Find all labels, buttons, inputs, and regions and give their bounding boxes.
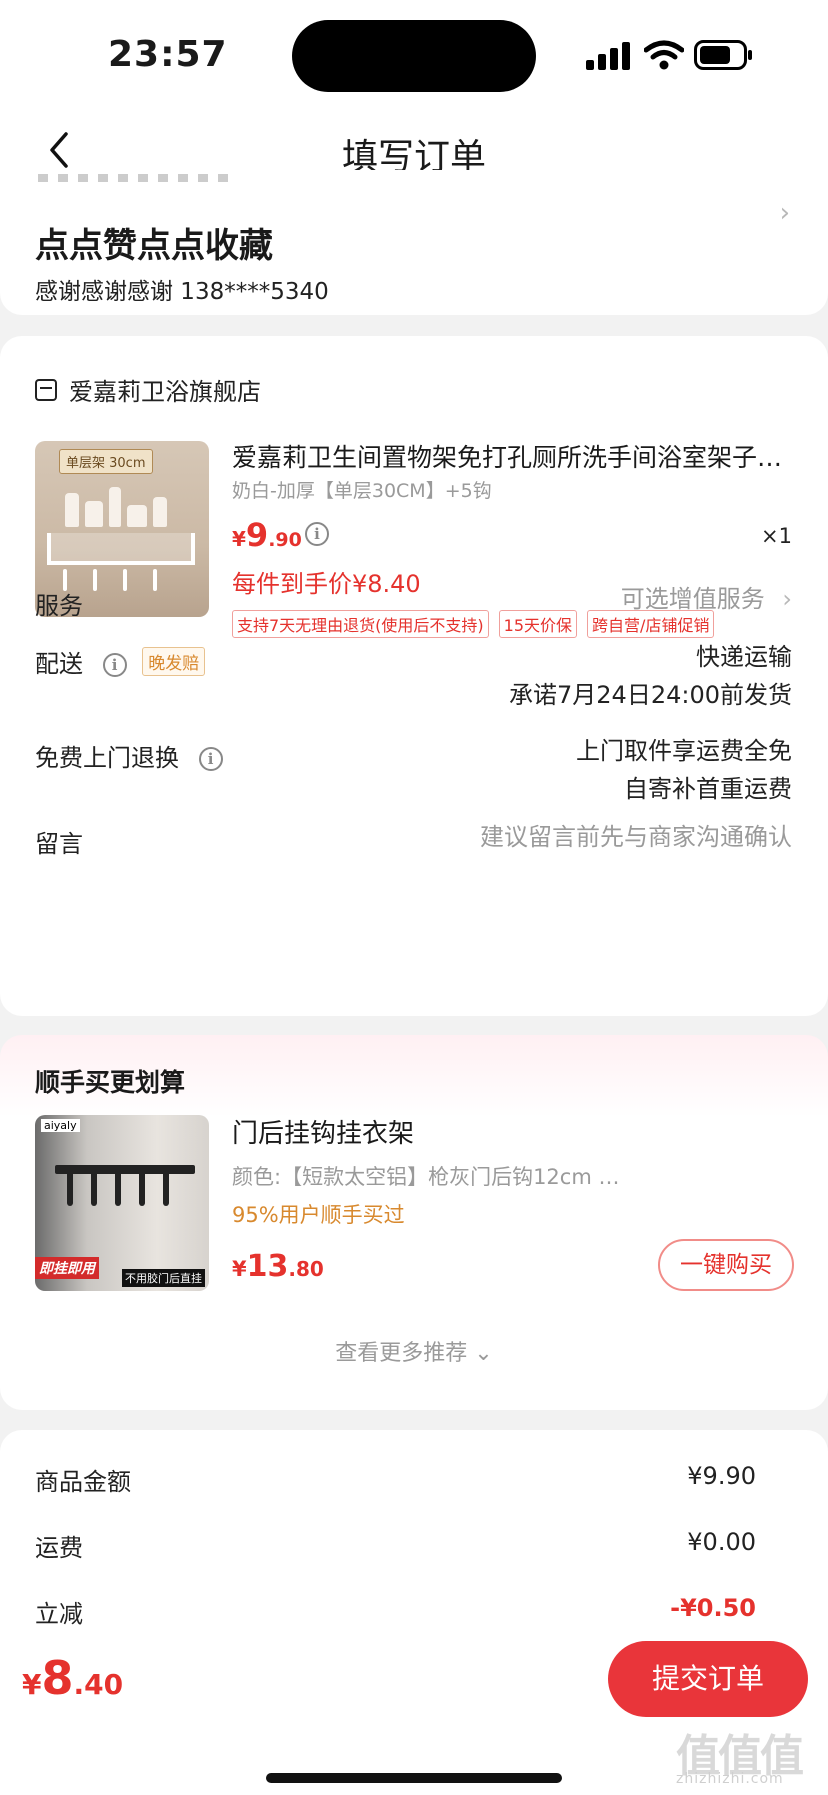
goods-amount-value: ¥9.90 bbox=[687, 1462, 756, 1490]
delivery-label: 配送 bbox=[35, 650, 83, 678]
message-input[interactable]: 建议留言前先与商家沟通确认 bbox=[480, 818, 792, 856]
clipped-text-fragment bbox=[38, 174, 238, 182]
image-label-no-glue: 不用胶门后直挂 bbox=[122, 1269, 205, 1287]
recipient-contact: 感谢感谢感谢 138****5340 bbox=[35, 279, 329, 305]
tag-price-protection: 15天价保 bbox=[498, 610, 578, 638]
chevron-right-icon: › bbox=[782, 585, 792, 613]
late-compensation-badge: 晚发赔 bbox=[142, 647, 206, 676]
store-icon bbox=[35, 378, 57, 401]
product-spec[interactable]: 奶白-加厚【单层30CM】+5钩 bbox=[232, 476, 492, 503]
recommend-product-image[interactable]: aiyaly 即挂即用 不用胶门后直挂 bbox=[35, 1115, 209, 1291]
goods-amount-label: 商品金额 bbox=[35, 1468, 131, 1496]
product-title[interactable]: 爱嘉莉卫生间置物架免打孔厕所洗手间浴室架子… bbox=[232, 438, 792, 474]
service-value-text: 可选增值服务 bbox=[620, 585, 765, 613]
product-image-bottle bbox=[109, 487, 121, 527]
return-value: 上门取件享运费全免 自寄补首重运费 bbox=[576, 732, 792, 808]
product-image-bottle bbox=[85, 501, 103, 527]
product-image-hook bbox=[153, 569, 157, 591]
product-image-hook bbox=[67, 1170, 73, 1206]
price-integer: 9 bbox=[245, 516, 269, 554]
wifi-icon bbox=[644, 40, 684, 70]
message-label: 留言 bbox=[35, 830, 83, 858]
recipient-name: 点点赞点点收藏 bbox=[35, 226, 273, 266]
shop-name: 爱嘉莉卫浴旗舰店 bbox=[69, 378, 261, 406]
delivery-value: 快递运输 承诺7月24日24:00前发货 bbox=[509, 638, 792, 714]
status-time: 23:57 bbox=[108, 34, 228, 75]
price-currency: ¥ bbox=[232, 1257, 247, 1281]
watermark-url: zhizhizhi.com bbox=[676, 1771, 784, 1787]
see-more-recommendations[interactable]: 查看更多推荐 ⌄ bbox=[0, 1335, 828, 1367]
product-image-bottle bbox=[65, 493, 79, 527]
product-price: ¥9.90 bbox=[232, 516, 302, 554]
dynamic-island bbox=[292, 20, 536, 92]
recommendation-title: 顺手买更划算 bbox=[35, 1068, 186, 1097]
return-info-icon[interactable]: i bbox=[198, 747, 223, 771]
return-self-ship: 自寄补首重运费 bbox=[624, 775, 792, 803]
product-image-hook bbox=[123, 569, 127, 591]
brand-logo: aiyaly bbox=[41, 1119, 80, 1132]
product-image-hook bbox=[91, 1170, 97, 1206]
status-bar: 23:57 bbox=[0, 0, 828, 110]
return-pickup: 上门取件享运费全免 bbox=[576, 737, 792, 765]
shipping-label: 运费 bbox=[35, 1534, 83, 1562]
net-price: 每件到手价¥8.40 bbox=[232, 570, 421, 598]
tag-return-policy: 支持7天无理由退货(使用后不支持) bbox=[232, 610, 489, 638]
delivery-method: 快递运输 bbox=[696, 643, 792, 671]
cellular-signal-icon bbox=[586, 42, 630, 70]
submit-order-button[interactable]: 提交订单 bbox=[608, 1641, 808, 1717]
recommend-buyers-stat: 95%用户顺手买过 bbox=[232, 1203, 405, 1227]
price-decimal: .90 bbox=[268, 529, 302, 551]
return-label-group: 免费上门退换 i bbox=[35, 738, 223, 773]
bottom-checkout-bar: ¥8.40 提交订单 值值值 zhizhizhi.com bbox=[0, 1625, 828, 1795]
product-image-hook bbox=[115, 1170, 121, 1206]
product-image-hook bbox=[139, 1170, 145, 1206]
price-currency: ¥ bbox=[232, 527, 246, 551]
price-integer: 13 bbox=[246, 1249, 289, 1284]
recommend-product-name[interactable]: 门后挂钩挂衣架 bbox=[232, 1113, 414, 1150]
recommend-product-spec[interactable]: 颜色:【短款太空铝】枪灰门后钩12cm … bbox=[232, 1161, 619, 1191]
recommendation-card: 顺手买更划算 aiyaly 即挂即用 不用胶门后直挂 门后挂钩挂衣架 颜色:【短… bbox=[0, 1035, 828, 1410]
product-image-shelf bbox=[47, 533, 195, 565]
discount-value: -¥0.50 bbox=[670, 1594, 756, 1622]
chevron-right-icon: › bbox=[779, 198, 790, 228]
product-image-bottle bbox=[127, 505, 147, 527]
one-click-buy-button[interactable]: 一键购买 bbox=[658, 1239, 794, 1291]
product-quantity[interactable]: ×1 bbox=[761, 524, 792, 548]
product-image-rail bbox=[55, 1165, 195, 1174]
price-decimal: .80 bbox=[288, 1257, 324, 1281]
product-image-bottle bbox=[153, 497, 167, 527]
delivery-promise: 承诺7月24日24:00前发货 bbox=[509, 681, 792, 709]
recommend-price: ¥13.80 bbox=[232, 1249, 324, 1284]
address-card[interactable]: 点点赞点点收藏 感谢感谢感谢 138****5340 › bbox=[0, 170, 828, 315]
product-image-tag: 单层架 30cm bbox=[59, 449, 153, 474]
service-label: 服务 bbox=[35, 592, 83, 620]
shipping-value: ¥0.00 bbox=[687, 1528, 756, 1556]
image-label-instant: 即挂即用 bbox=[35, 1257, 99, 1279]
total-currency: ¥ bbox=[22, 1668, 42, 1701]
order-card: 爱嘉莉卫浴旗舰店 单层架 30cm 爱嘉莉卫生间置物架免打孔厕所洗手间浴室架子…… bbox=[0, 336, 828, 1016]
service-value: 可选增值服务 › bbox=[621, 580, 792, 618]
home-indicator[interactable] bbox=[266, 1773, 562, 1783]
shop-header[interactable]: 爱嘉莉卫浴旗舰店 bbox=[35, 372, 261, 407]
price-info-icon[interactable]: i bbox=[305, 522, 329, 546]
return-label: 免费上门退换 bbox=[35, 744, 179, 772]
total-decimal: .40 bbox=[73, 1668, 124, 1701]
discount-label: 立减 bbox=[35, 1600, 83, 1628]
delivery-label-group: 配送 i 晚发赔 bbox=[35, 644, 206, 679]
product-image-hook bbox=[163, 1170, 169, 1206]
delivery-info-icon[interactable]: i bbox=[102, 653, 127, 677]
total-integer: 8 bbox=[41, 1651, 74, 1705]
product-image-hook bbox=[93, 569, 97, 591]
order-total: ¥8.40 bbox=[22, 1651, 123, 1705]
battery-icon bbox=[694, 40, 752, 70]
